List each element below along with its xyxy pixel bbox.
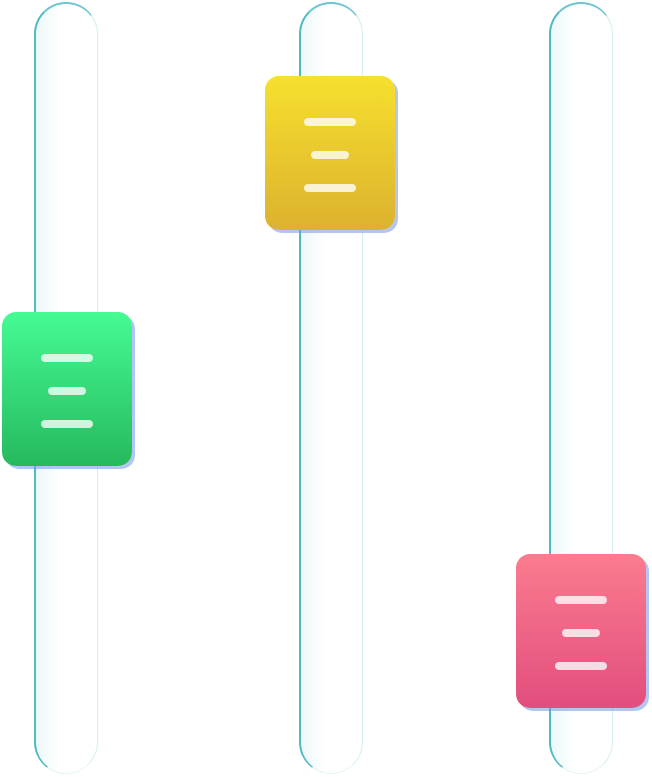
slider-thumb-yellow[interactable] [265,76,395,230]
grip-lines-icon [2,312,132,466]
slider-group [0,0,652,777]
slider-thumb-green[interactable] [2,312,132,466]
grip-lines-icon [265,76,395,230]
grip-lines-icon [516,554,646,708]
slider-thumb-pink[interactable] [516,554,646,708]
